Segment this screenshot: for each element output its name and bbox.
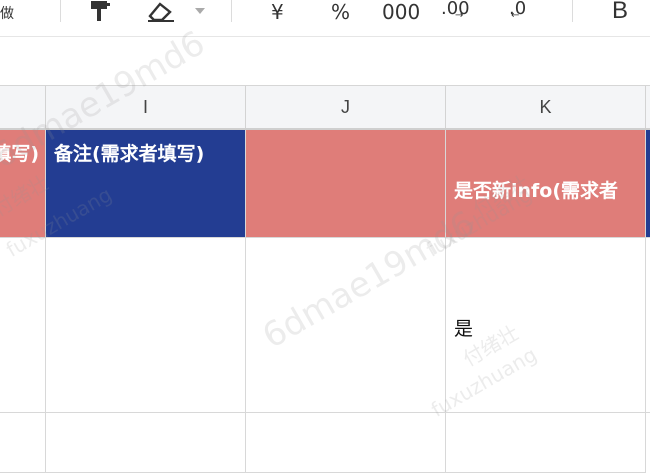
cell-k-row2-text: 是 [454, 318, 474, 340]
column-header-label: K [539, 96, 552, 117]
toolbar: 做 ¥ % 000 .00 → .0 ← B [0, 0, 650, 37]
column-header-k[interactable]: K [446, 86, 646, 128]
column-header-h[interactable] [0, 86, 46, 128]
cell-i-row2[interactable] [46, 238, 246, 413]
thousands-label: 000 [382, 0, 421, 24]
caret-down-icon [195, 8, 205, 14]
cell-j-header[interactable] [246, 130, 446, 238]
clear-format-dropdown[interactable] [194, 0, 206, 26]
cell-k-header-text: 是否新info(需求者 [454, 180, 619, 202]
column-header-i[interactable]: I [46, 86, 246, 128]
paint-brush-icon [91, 1, 110, 21]
cell-i-header-text: 备注(需求者填写) [54, 143, 205, 165]
column-header-j[interactable]: J [246, 86, 446, 128]
currency-label: ¥ [271, 0, 284, 24]
clear-format-button[interactable] [146, 0, 176, 26]
cell-i-row3[interactable] [46, 413, 246, 473]
arrow-left-icon: ← [511, 10, 520, 21]
percent-format-button[interactable]: % [331, 0, 350, 27]
column-header-row: I J K [0, 86, 650, 130]
toolbar-divider [231, 0, 232, 22]
sheet-grid: 填写) 备注(需求者填写) 是否新info(需求者 是 [0, 130, 650, 473]
cell-k-row3[interactable] [446, 413, 646, 473]
cell-h-row2[interactable] [0, 238, 46, 413]
undo-label-text: 做 [0, 6, 14, 22]
cell-i-header[interactable]: 备注(需求者填写) [46, 130, 246, 238]
cell-l-row2[interactable] [646, 238, 650, 413]
undo-label[interactable]: 做 [0, 0, 14, 28]
toolbar-divider [572, 0, 573, 22]
column-header-label: J [341, 96, 350, 117]
bold-label: B [612, 0, 629, 24]
format-painter-button[interactable] [88, 0, 112, 26]
column-header-l[interactable] [646, 86, 650, 128]
cell-h-header[interactable]: 填写) [0, 130, 46, 238]
cell-j-row2[interactable] [246, 238, 446, 413]
cell-k-header[interactable]: 是否新info(需求者 [446, 130, 646, 238]
cell-h-row3[interactable] [0, 413, 46, 473]
increase-decimal-button[interactable]: .0 ← [509, 0, 526, 24]
eraser-icon [148, 2, 174, 22]
percent-label: % [331, 0, 351, 24]
bold-button[interactable]: B [612, 0, 628, 26]
formula-bar[interactable] [0, 37, 650, 86]
cell-h-header-text: 填写) [0, 143, 39, 165]
cell-j-row3[interactable] [246, 413, 446, 473]
thousands-separator-button[interactable]: 000 [382, 0, 420, 27]
decrease-decimal-button[interactable]: .00 → [441, 0, 470, 24]
cell-l-header[interactable] [646, 130, 650, 238]
arrow-right-icon: → [455, 10, 464, 21]
toolbar-divider [60, 0, 61, 22]
currency-format-button[interactable]: ¥ [271, 0, 284, 27]
column-header-label: I [142, 96, 148, 117]
cell-k-row2[interactable]: 是 [446, 238, 646, 413]
